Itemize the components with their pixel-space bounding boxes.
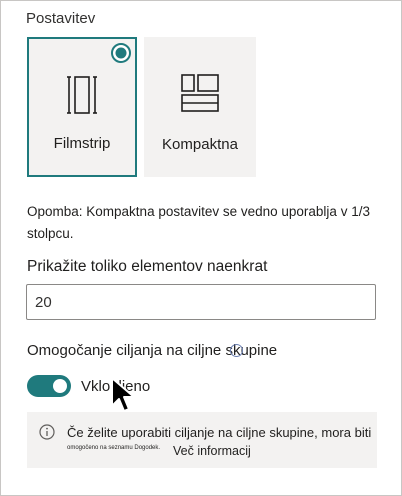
layout-option-filmstrip[interactable]: Filmstrip — [27, 37, 137, 177]
mouse-cursor-icon — [111, 377, 135, 412]
audience-targeting-toggle[interactable] — [27, 375, 71, 397]
info-message: Če želite uporabiti ciljanje na ciljne s… — [27, 412, 377, 468]
info-icon — [39, 424, 55, 440]
compact-grid-icon — [181, 74, 219, 112]
info-small-text: omogočeno na seznamu Dogodek. — [67, 445, 161, 451]
selected-check-icon — [111, 43, 131, 63]
focus-indicator — [230, 344, 243, 357]
item-count-label: Prikažite toliko elementov naenkrat — [27, 258, 268, 275]
item-count-input[interactable] — [26, 284, 376, 320]
layout-section-label: Postavitev — [26, 10, 96, 27]
layout-option-compact[interactable]: Kompaktna — [144, 37, 256, 177]
more-info-link[interactable]: Več informacij — [173, 444, 251, 458]
toggle-knob — [53, 379, 67, 393]
filmstrip-icon — [67, 76, 97, 114]
info-text: Če želite uporabiti ciljanje na ciljne s… — [67, 425, 372, 440]
layout-option-label: Kompaktna — [162, 136, 238, 153]
layout-note: Opomba: Kompaktna postavitev se vedno up… — [27, 204, 370, 241]
layout-option-label: Filmstrip — [53, 135, 111, 152]
